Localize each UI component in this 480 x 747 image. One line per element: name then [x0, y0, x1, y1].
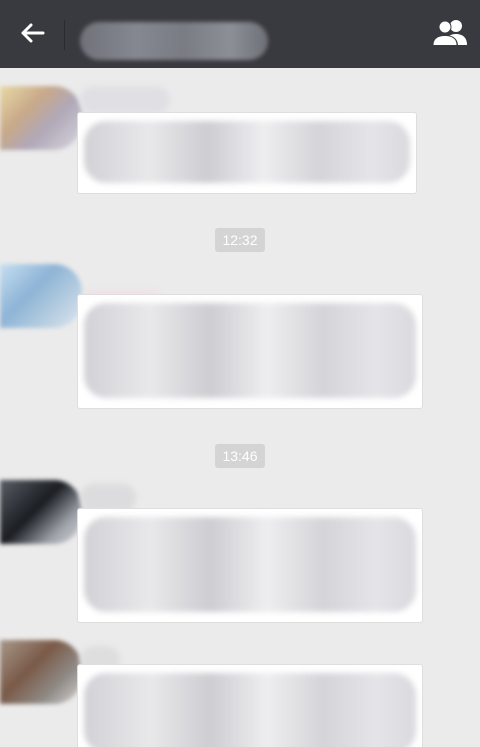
header-divider	[64, 20, 65, 50]
message-timestamp: 12:32	[0, 228, 480, 252]
message-content	[84, 303, 416, 398]
top-bar	[0, 0, 480, 68]
sender-avatar[interactable]	[0, 640, 82, 704]
chat-title	[80, 22, 268, 60]
message-bubble[interactable]	[77, 112, 417, 194]
group-members-button[interactable]	[430, 16, 470, 52]
sender-avatar[interactable]	[0, 264, 82, 328]
message-content	[84, 121, 410, 183]
message-content	[84, 673, 416, 747]
arrow-left-icon	[19, 22, 45, 49]
message-bubble[interactable]	[77, 664, 423, 747]
message-bubble[interactable]	[77, 294, 423, 409]
message-bubble[interactable]	[77, 508, 423, 623]
sender-name	[80, 86, 170, 114]
message-list[interactable]: 12:32 13:46	[0, 68, 480, 747]
back-button[interactable]	[14, 18, 50, 52]
group-members-icon	[431, 17, 469, 52]
sender-avatar[interactable]	[0, 480, 82, 544]
sender-avatar[interactable]	[0, 86, 82, 150]
message-timestamp: 13:46	[0, 444, 480, 468]
message-content	[84, 517, 416, 612]
